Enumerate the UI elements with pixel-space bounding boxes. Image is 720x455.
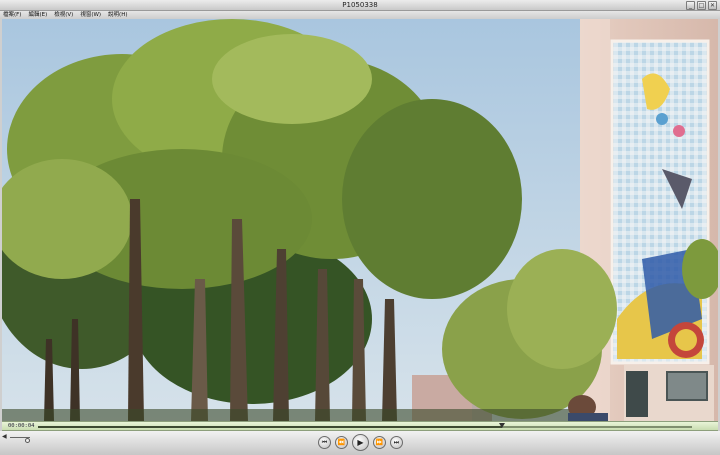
rewind-icon: ⏪ <box>337 438 346 446</box>
transport-controls: ⏮ ⏪ ▶ ⏩ ⏭ <box>318 434 403 451</box>
close-button[interactable]: ✕ <box>708 1 717 10</box>
menu-view[interactable]: 檢視(V) <box>54 11 73 19</box>
menu-edit[interactable]: 編輯(E) <box>28 11 47 19</box>
skip-end-icon: ⏭ <box>393 438 400 446</box>
menu-help[interactable]: 說明(H) <box>108 11 127 19</box>
volume-knob[interactable] <box>25 438 30 443</box>
volume-slider[interactable] <box>10 437 30 443</box>
video-frame-image <box>2 19 718 421</box>
minimize-button[interactable]: _ <box>686 1 695 10</box>
title-bar[interactable]: P1050338 _ □ ✕ <box>0 0 720 11</box>
play-icon: ▶ <box>357 437 364 447</box>
scrub-track[interactable] <box>38 423 692 428</box>
go-to-start-button[interactable]: ⏮ <box>318 436 331 449</box>
window-title: P1050338 <box>342 1 378 9</box>
fast-forward-button[interactable]: ⏩ <box>373 436 386 449</box>
playhead-handle[interactable] <box>499 423 506 428</box>
scrub-progress <box>38 426 503 428</box>
rewind-button[interactable]: ⏪ <box>335 436 348 449</box>
menu-bar: 檔案(F) 編輯(E) 檢視(V) 視窗(W) 說明(H) <box>0 11 720 19</box>
menu-file[interactable]: 檔案(F) <box>3 11 21 19</box>
maximize-button[interactable]: □ <box>697 1 706 10</box>
control-bar: ◀ ⏮ ⏪ ▶ ⏩ ⏭ <box>0 431 720 455</box>
fast-forward-icon: ⏩ <box>375 438 384 446</box>
current-time: 00:00:04 <box>8 423 35 429</box>
play-button[interactable]: ▶ <box>352 434 369 451</box>
window-controls: _ □ ✕ <box>686 1 717 10</box>
volume-control[interactable]: ◀ <box>2 433 32 443</box>
go-to-end-button[interactable]: ⏭ <box>390 436 403 449</box>
menu-window[interactable]: 視窗(W) <box>80 11 101 19</box>
skip-start-icon: ⏮ <box>321 438 328 446</box>
timeline-bar[interactable]: 00:00:04 <box>2 421 718 431</box>
video-frame[interactable] <box>2 19 718 421</box>
quicktime-player-window: P1050338 _ □ ✕ 檔案(F) 編輯(E) 檢視(V) 視窗(W) 說… <box>0 0 720 455</box>
speaker-icon[interactable]: ◀ <box>2 433 7 441</box>
